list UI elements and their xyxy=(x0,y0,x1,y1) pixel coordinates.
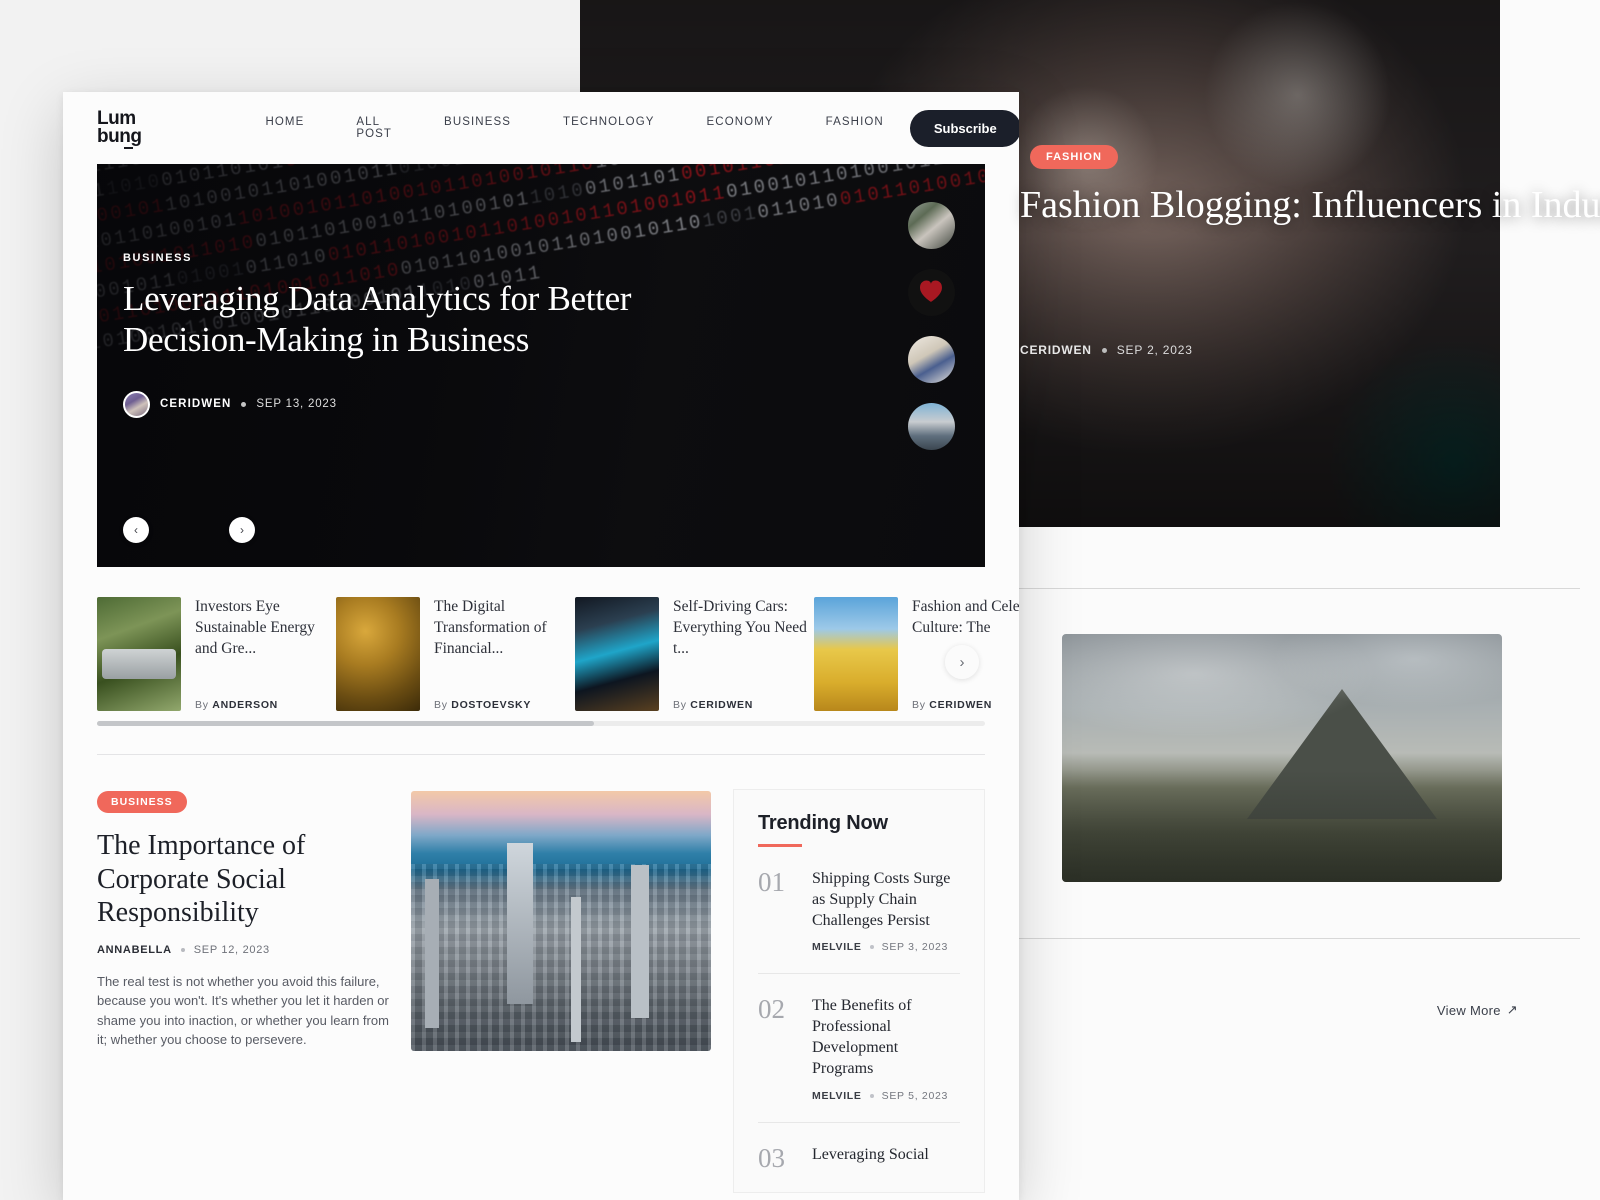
separator-dot-icon xyxy=(869,945,874,950)
trending-item-date: SEP 3, 2023 xyxy=(881,941,949,954)
trending-item[interactable]: 03 Leveraging Social xyxy=(758,1123,960,1192)
trending-heading: Trending Now xyxy=(758,812,888,834)
hero-date: SEP 13, 2023 xyxy=(256,398,337,411)
strip-card-title: Investors Eye Sustainable Energy and Gre… xyxy=(195,598,315,657)
trending-item-number: 01 xyxy=(758,867,785,897)
strip-card-thumbnail xyxy=(575,597,659,711)
hero-author: CERIDWEN xyxy=(160,398,232,411)
trending-item-author: MELVILE xyxy=(812,941,862,954)
hero-title[interactable]: Leveraging Data Analytics for Better Dec… xyxy=(123,278,643,361)
site-header: Lum bung HOME ALL POST BUSINESS TECHNOLO… xyxy=(63,92,1019,164)
trending-item-title: Shipping Costs Surge as Supply Chain Cha… xyxy=(812,870,951,929)
hero-content: BUSINESS Leveraging Data Analytics for B… xyxy=(123,252,643,418)
feature-excerpt: The real test is not whether you avoid t… xyxy=(97,973,389,1048)
feature-image xyxy=(411,791,711,1051)
trending-item[interactable]: 01 Shipping Costs Surge as Supply Chain … xyxy=(758,847,960,975)
strip-card-author: By DOSTOEVSKY xyxy=(434,699,575,711)
nav-item-all-post[interactable]: ALL POST xyxy=(330,116,418,140)
subscribe-button[interactable]: Subscribe xyxy=(909,109,1019,147)
separator-dot-icon xyxy=(1101,347,1107,353)
background-article-image xyxy=(1062,634,1502,882)
hero-thumb-2[interactable] xyxy=(908,269,955,316)
separator-dot-icon xyxy=(869,1093,874,1098)
trending-item-number: 03 xyxy=(758,1142,785,1173)
strip-card[interactable]: The Digital Transformation of Financial.… xyxy=(336,597,575,717)
background-hero-author: CERIDWEN xyxy=(1020,343,1092,357)
hero-thumb-1[interactable] xyxy=(908,202,955,249)
separator-dot-icon xyxy=(180,947,185,952)
author-name: ANDERSON xyxy=(212,699,278,711)
nav-item-business[interactable]: BUSINESS xyxy=(418,116,537,140)
header-actions: Subscribe Search xyxy=(909,109,1019,147)
view-more-label: View More xyxy=(1436,1002,1501,1018)
site-logo[interactable]: Lum bung xyxy=(97,109,142,149)
trending-item-meta: MELVILE SEP 5, 2023 xyxy=(812,1090,960,1102)
feature-author: ANNABELLA xyxy=(97,943,172,956)
trending-item-author: MELVILE xyxy=(812,1089,862,1102)
hero-category: BUSINESS xyxy=(123,252,193,264)
feature-article: BUSINESS The Importance of Corporate Soc… xyxy=(97,791,389,1193)
strip-scrollbar-thumb[interactable] xyxy=(97,721,595,726)
avatar xyxy=(123,390,150,418)
by-label: By xyxy=(195,699,209,711)
strip-card-title: The Digital Transformation of Financial.… xyxy=(434,598,547,657)
strip-next-button[interactable]: › xyxy=(945,645,979,679)
background-hero-category: FASHION xyxy=(1030,145,1118,169)
section-divider xyxy=(97,754,985,755)
main-page-window: Lum bung HOME ALL POST BUSINESS TECHNOLO… xyxy=(63,92,1019,1200)
feature-meta: ANNABELLA SEP 12, 2023 xyxy=(97,944,389,956)
trending-sidebar: Trending Now 01 Shipping Costs Surge as … xyxy=(733,789,985,1193)
author-name: DOSTOEVSKY xyxy=(451,699,532,711)
logo-line-2: bung xyxy=(97,126,142,147)
strip-scrollbar[interactable] xyxy=(97,721,985,726)
hero-carousel[interactable]: 0101101010111010111011110100001111100101… xyxy=(97,164,985,567)
logo-underscore-icon xyxy=(124,146,134,149)
strip-card-thumbnail xyxy=(97,597,181,711)
hero-meta: CERIDWEN SEP 13, 2023 xyxy=(123,390,643,418)
feature-category-badge[interactable]: BUSINESS xyxy=(97,791,187,813)
feature-title[interactable]: The Importance of Corporate Social Respo… xyxy=(97,829,389,930)
trending-item-number: 02 xyxy=(758,994,785,1025)
arrow-up-right-icon: ↗ xyxy=(1506,1002,1518,1017)
feature-section: BUSINESS The Importance of Corporate Soc… xyxy=(97,789,985,1193)
strip-card[interactable]: Self-Driving Cars: Everything You Need t… xyxy=(575,597,814,717)
strip-card-author: By CERIDWEN xyxy=(912,699,1019,711)
background-hero-title: Fashion Blogging: Influencers in Industr… xyxy=(1020,184,1600,226)
author-name: CERIDWEN xyxy=(929,699,993,711)
feature-date: SEP 12, 2023 xyxy=(193,943,270,956)
strip-card-author: By CERIDWEN xyxy=(673,699,814,711)
hero-slide-thumbnails xyxy=(908,202,955,450)
carousel-prev-button[interactable]: ‹ xyxy=(123,517,149,543)
nav-item-home[interactable]: HOME xyxy=(239,116,330,140)
nav-item-technology[interactable]: TECHNOLOGY xyxy=(537,116,681,140)
trending-item-title: The Benefits of Professional Development… xyxy=(812,997,912,1077)
strip-card-thumbnail xyxy=(814,597,898,711)
by-label: By xyxy=(912,699,926,711)
carousel-next-button[interactable]: › xyxy=(229,517,255,543)
trending-item-title: Leveraging Social xyxy=(812,1145,929,1163)
article-strip: Investors Eye Sustainable Energy and Gre… xyxy=(97,597,1019,717)
nav-item-fashion[interactable]: FASHION xyxy=(800,116,910,140)
trending-item-date: SEP 5, 2023 xyxy=(881,1089,949,1102)
strip-card-thumbnail xyxy=(336,597,420,711)
strip-card-title: Self-Driving Cars: Everything You Need t… xyxy=(673,598,807,657)
background-hero-meta: CERIDWEN SEP 2, 2023 xyxy=(1020,343,1193,357)
nav-item-economy[interactable]: ECONOMY xyxy=(681,116,800,140)
trending-item[interactable]: 02 The Benefits of Professional Developm… xyxy=(758,974,960,1123)
background-hero-date: SEP 2, 2023 xyxy=(1116,343,1193,357)
strip-card-title: Fashion and Celebrity Culture: The xyxy=(912,598,1019,636)
strip-card-author: By ANDERSON xyxy=(195,699,336,711)
trending-item-meta: MELVILE SEP 3, 2023 xyxy=(812,941,960,953)
hero-carousel-arrows: ‹ › xyxy=(123,517,255,543)
by-label: By xyxy=(673,699,687,711)
view-more-link[interactable]: View More ↗ xyxy=(1437,1002,1518,1018)
primary-navigation: HOME ALL POST BUSINESS TECHNOLOGY ECONOM… xyxy=(239,116,909,140)
strip-card[interactable]: Investors Eye Sustainable Energy and Gre… xyxy=(97,597,336,717)
separator-dot-icon xyxy=(241,401,247,407)
hero-thumb-3[interactable] xyxy=(908,336,955,383)
hero-thumb-4[interactable] xyxy=(908,403,955,450)
strip-card[interactable]: Fashion and Celebrity Culture: The By CE… xyxy=(814,597,1019,717)
by-label: By xyxy=(434,699,448,711)
author-name: CERIDWEN xyxy=(690,699,754,711)
